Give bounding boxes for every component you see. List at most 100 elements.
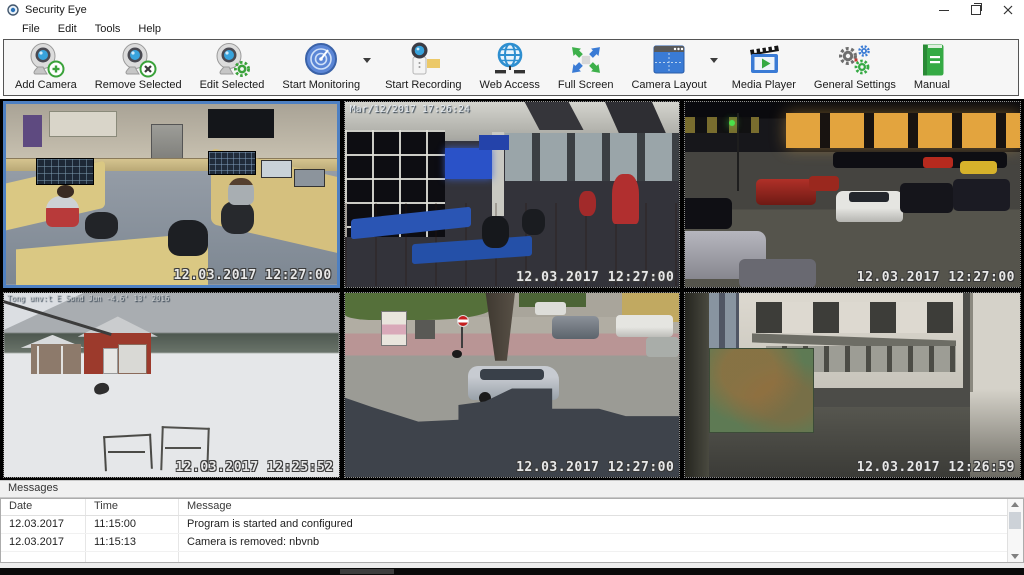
wall-tv [208,109,274,138]
message-date: 12.03.2017 [1,516,86,533]
toolbar-label: Media Player [732,79,796,91]
camera-tile-6[interactable]: 12.03.2017 12:26:59 [684,292,1021,479]
webcam-add-icon [26,42,66,78]
blue-screen [479,135,509,150]
general-settings-button[interactable]: General Settings [805,40,905,95]
person-red-jacket [46,196,79,227]
book-icon [915,42,949,78]
start-monitoring-button[interactable]: Start Monitoring [273,40,369,95]
scroll-down-arrow-icon[interactable] [1011,554,1019,559]
camera-layout-dropdown[interactable] [710,40,723,95]
message-text: Camera is removed: nbvnb [179,534,1023,551]
red-car [809,176,839,191]
person-red [612,174,639,224]
edit-selected-button[interactable]: Edit Selected [191,40,274,95]
camera-1-video [6,104,337,285]
metal-frame-bar [108,451,145,453]
restore-icon [971,5,981,15]
camera-tile-2[interactable]: Mar/12/2017 17:26:24 12.03.2017 12:27:00 [344,101,681,288]
toolbar-label: Full Screen [558,79,614,91]
camera-timestamp: 12.03.2017 12:27:00 [857,270,1015,285]
dark-car [953,179,1010,210]
webcam-edit-icon [212,42,252,78]
light-pole [737,113,739,190]
camera-2-video [345,102,680,287]
camera-tile-4[interactable]: Tong unv:t E Sond Jun -4.6' 13' 2016 12.… [3,292,340,479]
add-camera-button[interactable]: Add Camera [6,40,86,95]
camera-timestamp: 12.03.2017 12:25:52 [175,460,333,475]
camcorder-icon [402,42,444,78]
manual-button[interactable]: Manual [905,40,959,95]
wall-poster [23,115,43,147]
dark-car [685,198,732,229]
clapperboard-play-icon [743,42,785,78]
restore-icon-back [974,3,982,11]
no-entry-sign [457,315,469,327]
minimize-icon [939,10,949,11]
column-header-time[interactable]: Time [86,499,179,515]
empty-cell [86,552,179,563]
office-chair [168,220,208,256]
bottom-edge-bar [0,568,1024,575]
message-text: Program is started and configured [179,516,1023,533]
message-row[interactable]: 12.03.2017 11:15:00 Program is started a… [1,516,1023,534]
building-windows [756,302,953,333]
parked-car [646,337,679,357]
chevron-down-icon [363,58,371,63]
title-bar: Security Eye [0,0,1024,20]
tree-foliage [345,293,492,321]
scroll-up-arrow-icon[interactable] [1011,502,1019,507]
menu-edit[interactable]: Edit [49,20,86,39]
menu-file[interactable]: File [13,20,49,39]
message-row[interactable]: 12.03.2017 11:15:13 Camera is removed: n… [1,534,1023,552]
restore-button[interactable] [960,0,992,20]
person-red [579,191,596,217]
menu-help[interactable]: Help [129,20,170,39]
lit-windows [685,117,759,134]
menu-tools[interactable]: Tools [86,20,130,39]
media-player-button[interactable]: Media Player [723,40,805,95]
minimize-button[interactable] [928,0,960,20]
menu-bar: File Edit Tools Help [0,20,1024,39]
dog [452,350,462,358]
camera-tile-5[interactable]: 12.03.2017 12:27:00 [344,292,681,479]
start-recording-button[interactable]: Start Recording [376,40,470,95]
scrollbar-thumb[interactable] [1009,512,1021,529]
office-chair [85,212,118,239]
toolbar-label: Web Access [480,79,540,91]
porch-post [37,346,39,374]
column-header-message[interactable]: Message [179,499,1023,515]
full-screen-button[interactable]: Full Screen [549,40,623,95]
messages-table: Date Time Message 12.03.2017 11:15:00 Pr… [0,498,1024,563]
start-monitoring-dropdown[interactable] [363,40,376,95]
wagon-windows [480,369,544,380]
lit-storefront [786,113,1020,148]
taskbar-notch [340,569,394,574]
camera-tile-1[interactable]: 12.03.2017 12:27:00 [3,101,340,288]
camera-5-video [345,293,680,478]
webcam-remove-icon [118,42,158,78]
messages-scrollbar[interactable] [1007,499,1023,562]
camera-layout-button[interactable]: Camera Layout [622,40,715,95]
dark-car [900,183,954,213]
messages-panel: Messages Date Time Message 12.03.2017 11… [0,480,1024,563]
camera-timestamp: 12.03.2017 12:26:59 [857,460,1015,475]
column-header-date[interactable]: Date [1,499,86,515]
toolbar-label: General Settings [814,79,896,91]
fullscreen-arrows-icon [567,42,605,78]
web-access-button[interactable]: Web Access [471,40,549,95]
camera-6-video [685,293,1020,478]
white-car [535,302,565,315]
whiteboard [49,111,117,136]
camera-3-video [685,102,1020,287]
back-windows [505,133,679,181]
gears-icon [834,42,876,78]
remove-selected-button[interactable]: Remove Selected [86,40,191,95]
window-controls [928,0,1024,20]
camera-tile-3[interactable]: 12.03.2017 12:27:00 [684,101,1021,288]
messages-table-header: Date Time Message [1,499,1023,516]
cctv-monitor [36,158,94,185]
toolbar-label: Manual [914,79,950,91]
toolbar-label: Edit Selected [200,79,265,91]
close-button[interactable] [992,0,1024,20]
